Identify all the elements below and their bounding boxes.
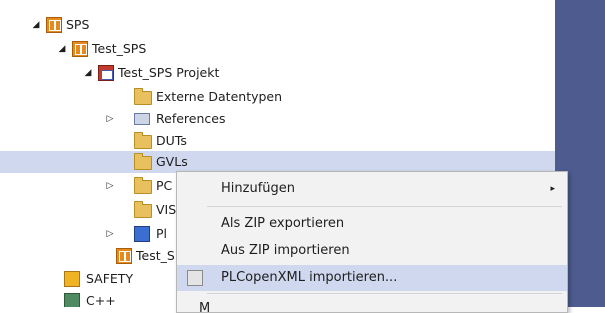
menu-item-aus-zip-importieren[interactable]: Aus ZIP importieren — [177, 238, 567, 264]
menu-item-partial[interactable]: M — [177, 296, 567, 313]
tree-item-label: Externe Datentypen — [156, 89, 283, 104]
tree-item-sps[interactable]: ◢ SPS — [0, 14, 555, 36]
expand-arrow-icon[interactable]: ▷ — [104, 223, 116, 245]
tree-item-test-sps-projekt[interactable]: ◢ Test_SPS Projekt — [0, 62, 555, 84]
plc-icon — [72, 41, 88, 57]
folder-icon — [134, 153, 152, 170]
plc-icon — [46, 17, 62, 33]
tree-item-externe-datentypen[interactable]: Externe Datentypen — [0, 86, 555, 108]
menu-separator — [207, 293, 562, 294]
collapse-arrow-icon[interactable]: ◢ — [56, 38, 68, 60]
context-menu: Hinzufügen ▸ Als ZIP exportieren Aus ZIP… — [176, 171, 568, 313]
tree-item-label: Pl — [156, 226, 168, 241]
collapse-arrow-icon[interactable]: ◢ — [30, 14, 42, 36]
tree-item-label: DUTs — [156, 133, 187, 148]
tree-item-label: Test_S — [136, 248, 175, 263]
tree-item-label: VIS — [156, 202, 177, 217]
tree-item-label: PC — [156, 178, 173, 193]
menu-item-label: PLCopenXML importieren... — [221, 270, 398, 285]
tree-item-label: References — [156, 111, 226, 126]
tree-item-label: GVLs — [156, 154, 188, 169]
tree-item-duts[interactable]: DUTs — [0, 130, 555, 152]
tree-item-label: SPS — [66, 17, 90, 32]
folder-icon — [134, 132, 152, 149]
tree-item-gvls[interactable]: GVLs — [0, 151, 555, 173]
tree-item-label: C++ — [86, 293, 116, 307]
references-icon — [134, 111, 150, 127]
tree-item-label: Test_SPS Projekt — [118, 65, 220, 80]
tree-item-test-sps[interactable]: ◢ Test_SPS — [0, 38, 555, 60]
expand-arrow-icon[interactable]: ▷ — [104, 108, 116, 130]
project-icon — [98, 65, 114, 81]
expand-arrow-icon[interactable]: ▷ — [104, 175, 116, 197]
menu-item-label: Aus ZIP importieren — [221, 243, 350, 258]
tree-item-label: Test_SPS — [92, 41, 147, 56]
menu-separator — [207, 206, 562, 207]
menu-item-hinzufuegen[interactable]: Hinzufügen ▸ — [177, 176, 567, 202]
menu-item-als-zip-exportieren[interactable]: Als ZIP exportieren — [177, 211, 567, 237]
tree-item-label: SAFETY — [86, 271, 134, 286]
safety-icon — [64, 271, 80, 287]
submenu-arrow-icon: ▸ — [550, 184, 555, 194]
collapse-arrow-icon[interactable]: ◢ — [82, 62, 94, 84]
import-xml-icon — [187, 270, 203, 286]
tree-item-references[interactable]: ▷ References — [0, 108, 555, 130]
folder-icon — [134, 88, 152, 105]
menu-item-label: Hinzufügen — [221, 181, 295, 196]
cpp-icon — [64, 293, 80, 307]
folder-icon — [134, 177, 152, 194]
pou-icon — [134, 226, 150, 242]
folder-icon — [134, 201, 152, 218]
plc-icon — [116, 248, 132, 264]
menu-item-plcopenxml-importieren[interactable]: PLCopenXML importieren... — [177, 265, 567, 291]
menu-item-label: M — [199, 301, 211, 313]
menu-item-label: Als ZIP exportieren — [221, 216, 345, 231]
